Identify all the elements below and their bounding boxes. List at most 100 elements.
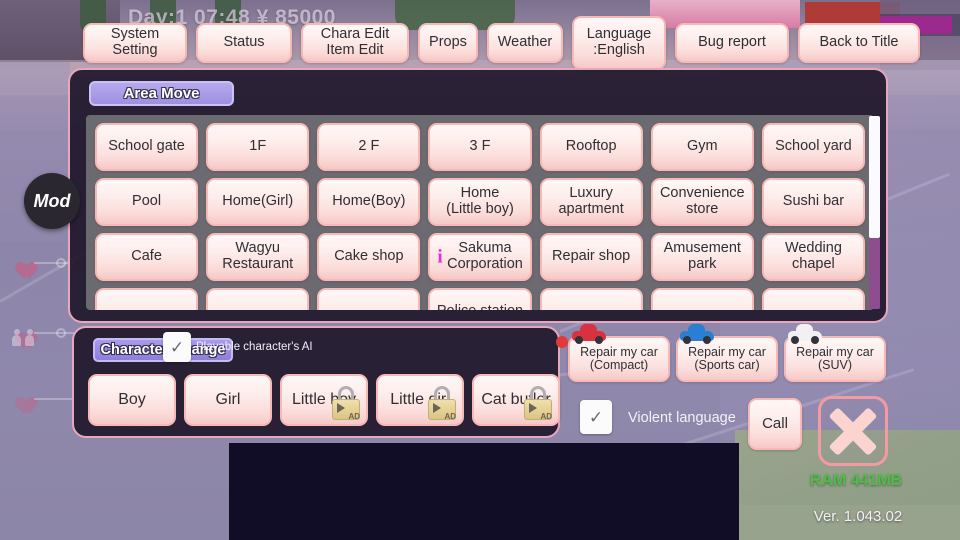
bug-report-button[interactable]: Bug report xyxy=(675,23,789,63)
area-button[interactable]: Police station xyxy=(428,288,532,310)
area-button[interactable]: School yard xyxy=(761,123,865,171)
area-button-label: Sakuma Corporation xyxy=(447,240,523,272)
area-button-label: Police station xyxy=(437,304,523,310)
repair-car-label: Repair my car (SUV) xyxy=(796,344,874,372)
area-button-label: Repair shop xyxy=(552,248,631,265)
area-button[interactable]: 2 F xyxy=(317,123,421,171)
area-scrollbar-thumb[interactable] xyxy=(869,116,880,238)
console-output-panel xyxy=(229,443,739,540)
mod-badge[interactable]: Mod xyxy=(24,173,80,229)
area-button[interactable]: i Sakuma Corporation xyxy=(428,233,532,281)
hud-status-dot xyxy=(56,328,66,338)
play-triangle-icon xyxy=(337,403,345,413)
playable-ai-label: Playable character's AI xyxy=(196,341,313,353)
area-grid-viewport: School gate 1F 2 F 3 F Rooftop Gym School yard… xyxy=(86,115,874,310)
area-button-label: Pool xyxy=(132,193,162,210)
area-button-empty[interactable] xyxy=(761,288,865,310)
area-button[interactable]: Cafe xyxy=(95,233,199,281)
area-grid: School gate 1F 2 F 3 F Rooftop Gym School yard… xyxy=(86,115,874,310)
area-button[interactable]: School gate xyxy=(95,123,199,171)
ram-usage-text: RAM 441MB xyxy=(809,472,903,489)
game-screen: Day:1 07:48 ¥ 85000 System Setting Statu… xyxy=(0,0,960,540)
area-button-label: Amusement park xyxy=(663,240,741,272)
character-button[interactable]: Girl xyxy=(184,374,272,426)
area-button-empty[interactable] xyxy=(317,288,421,310)
weather-button[interactable]: Weather xyxy=(487,23,563,63)
area-scrollbar-rest[interactable] xyxy=(869,238,880,309)
car-wheel-icon xyxy=(703,336,711,344)
repair-car-button[interactable]: Repair my car (Sports car) xyxy=(676,324,778,382)
heart-icon xyxy=(12,390,32,408)
area-button-label: School yard xyxy=(775,138,852,155)
character-button[interactable]: Little girl AD xyxy=(376,374,464,426)
repair-car-button[interactable]: Repair my car (SUV) xyxy=(784,324,886,382)
area-button[interactable]: Convenience store xyxy=(650,178,754,226)
area-button[interactable]: 3 F xyxy=(428,123,532,171)
character-button[interactable]: Boy xyxy=(88,374,176,426)
area-button[interactable]: Pool xyxy=(95,178,199,226)
props-button[interactable]: Props xyxy=(418,23,478,63)
area-button-label: Wedding chapel xyxy=(784,240,842,272)
heart-icon xyxy=(12,255,32,273)
lock-ad-icon: AD xyxy=(330,386,362,422)
car-roof-icon xyxy=(796,324,813,333)
top-menu-bar: System Setting Status Chara Edit Item Ed… xyxy=(0,16,960,70)
car-icon xyxy=(572,324,606,344)
status-button[interactable]: Status xyxy=(196,23,292,63)
area-move-tab-label: Area Move xyxy=(89,81,234,106)
area-button-label: Luxury apartment xyxy=(558,185,624,217)
area-button[interactable]: Wedding chapel xyxy=(761,233,865,281)
back-to-title-button[interactable]: Back to Title xyxy=(798,23,920,63)
character-button-label: Boy xyxy=(118,391,146,409)
car-roof-icon xyxy=(688,324,705,333)
area-button[interactable]: Gym xyxy=(650,123,754,171)
repair-car-row: Repair my car (Compact) Repair my car (Sp… xyxy=(568,324,886,382)
area-button-label: 1F xyxy=(249,138,267,155)
area-button[interactable]: Repair shop xyxy=(539,233,643,281)
area-button-label: Home(Girl) xyxy=(222,193,294,210)
area-button-label: Cake shop xyxy=(334,248,404,265)
area-button-label: 2 F xyxy=(358,138,380,155)
chara-item-edit-button[interactable]: Chara Edit Item Edit xyxy=(301,23,409,63)
area-button[interactable]: Amusement park xyxy=(650,233,754,281)
system-setting-button[interactable]: System Setting xyxy=(83,23,187,63)
area-button-empty[interactable] xyxy=(539,288,643,310)
repair-car-label: Repair my car (Sports car) xyxy=(688,344,766,372)
repair-car-button[interactable]: Repair my car (Compact) xyxy=(568,324,670,382)
character-button-label: Girl xyxy=(215,391,241,409)
area-button[interactable]: 1F xyxy=(206,123,310,171)
lock-ad-icon: AD xyxy=(426,386,458,422)
area-button[interactable]: Rooftop xyxy=(539,123,643,171)
area-button[interactable]: Cake shop xyxy=(317,233,421,281)
hud-status-dot xyxy=(56,258,66,268)
character-button[interactable]: Cat butler AD xyxy=(472,374,560,426)
ad-label: AD xyxy=(348,412,360,422)
play-triangle-icon xyxy=(529,403,537,413)
call-button[interactable]: Call xyxy=(748,398,802,450)
lock-ad-icon: AD xyxy=(522,386,554,422)
area-button[interactable]: Wagyu Restaurant xyxy=(206,233,310,281)
area-button-label: 3 F xyxy=(469,138,491,155)
area-button[interactable]: Home (Little boy) xyxy=(428,178,532,226)
car-wheel-icon xyxy=(575,336,583,344)
area-button[interactable]: Sushi bar xyxy=(761,178,865,226)
area-button[interactable]: Home(Girl) xyxy=(206,178,310,226)
area-button-empty[interactable] xyxy=(95,288,199,310)
area-button-empty[interactable] xyxy=(206,288,310,310)
info-icon: i xyxy=(437,246,443,268)
character-button[interactable]: Little boy AD xyxy=(280,374,368,426)
area-button[interactable]: Home(Boy) xyxy=(317,178,421,226)
area-button-empty[interactable] xyxy=(650,288,754,310)
car-icon xyxy=(680,324,714,344)
close-icon[interactable] xyxy=(818,396,888,466)
car-roof-icon xyxy=(580,324,597,333)
notification-dot xyxy=(556,336,568,348)
play-triangle-icon xyxy=(433,403,441,413)
area-button-label: School gate xyxy=(108,138,185,155)
language-button[interactable]: Language :English xyxy=(572,16,666,70)
area-button[interactable]: Luxury apartment xyxy=(539,178,643,226)
violent-language-checkbox[interactable] xyxy=(580,400,612,434)
car-wheel-icon xyxy=(791,336,799,344)
violent-language-label: Violent language xyxy=(628,410,736,426)
playable-ai-checkbox[interactable] xyxy=(163,332,191,362)
